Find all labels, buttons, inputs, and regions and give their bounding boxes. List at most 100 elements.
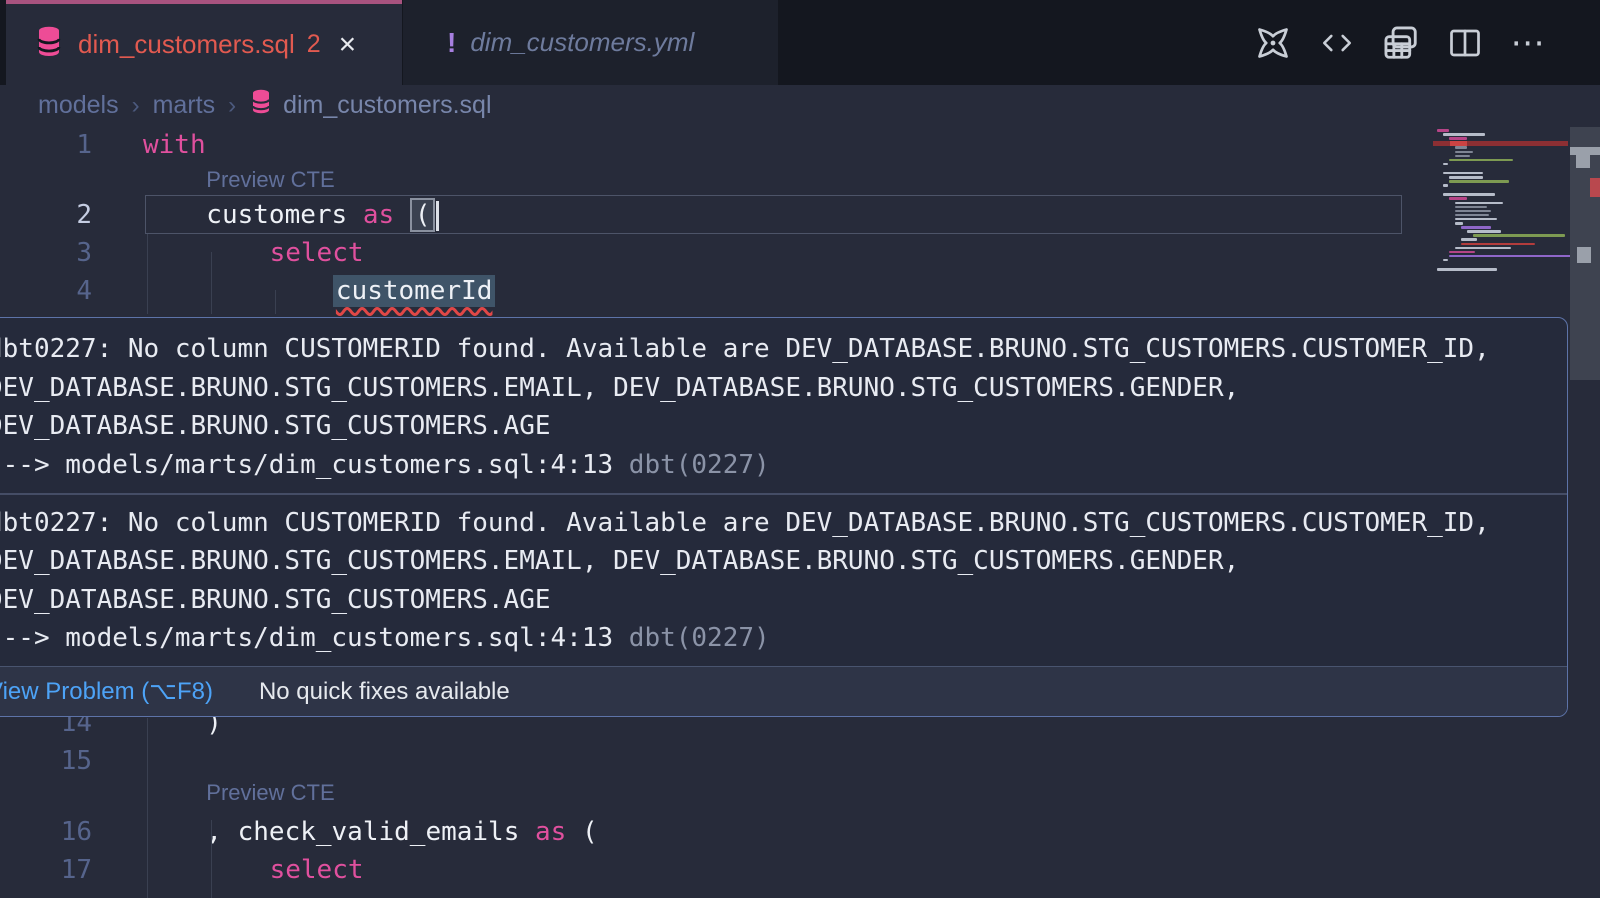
- line-text: , check_valid_emails as (: [206, 813, 597, 851]
- indent-guide: [147, 718, 149, 898]
- diagnostic-text: DEV_DATABASE.BRUNO.STG_CUSTOMERS.AGE: [0, 407, 1549, 446]
- breadcrumb-file[interactable]: dim_customers.sql: [283, 91, 491, 120]
- token: (: [566, 817, 597, 847]
- modified-count-badge: 2: [307, 30, 321, 59]
- minimap-line: [1455, 247, 1511, 250]
- code-preview-icon[interactable]: [1318, 24, 1356, 62]
- token: as: [535, 817, 566, 847]
- minimap-line: [1455, 202, 1503, 205]
- tab-dim-customers-sql[interactable]: dim_customers.sql 2 ×: [6, 0, 402, 85]
- minimap-line: [1449, 137, 1467, 140]
- codelens-preview-cte[interactable]: Preview CTE: [206, 777, 334, 809]
- minimap-error-line: [1433, 141, 1568, 146]
- diagnostic-text: DEV_DATABASE.BRUNO.STG_CUSTOMERS.EMAIL, …: [0, 369, 1549, 408]
- tab-label: dim_customers.yml: [470, 27, 694, 58]
- vscode-window: dim_customers.sql 2 × ! dim_customers.ym…: [0, 0, 1600, 898]
- line-number: 16: [0, 813, 92, 851]
- token: as: [363, 200, 394, 230]
- minimap-line: [1461, 243, 1535, 246]
- minimap-line: [1455, 146, 1467, 149]
- diagnostic-message: dbt0227: No column CUSTOMERID found. Ava…: [0, 330, 1549, 484]
- ruler-modified-mark: [1577, 247, 1591, 263]
- editor-actions: ⋯: [1254, 0, 1548, 85]
- database-icon: [249, 88, 273, 123]
- line-text: with: [143, 126, 206, 164]
- warning-icon: !: [447, 27, 456, 59]
- line-text: customerId: [333, 272, 496, 310]
- line-text: select: [270, 234, 364, 272]
- token: select: [270, 855, 364, 885]
- error-token: customerId: [333, 275, 496, 307]
- minimap-line: [1443, 184, 1448, 187]
- diagnostic-text: dbt0227: No column CUSTOMERID found. Ava…: [0, 504, 1549, 543]
- code-line-2[interactable]: 2 customers as (: [0, 196, 1430, 234]
- line-number: 1: [0, 126, 92, 164]
- copy-table-icon[interactable]: [1382, 24, 1420, 62]
- tab-bar: dim_customers.sql 2 × ! dim_customers.ym…: [0, 0, 1600, 85]
- indent-guide: [211, 252, 213, 314]
- minimap-line: [1455, 210, 1491, 213]
- breadcrumb-marts[interactable]: marts: [153, 91, 216, 120]
- codelens-preview-cte[interactable]: Preview CTE: [206, 164, 334, 196]
- diagnostic-location: --> models/marts/dim_customers.sql:4:13 …: [0, 446, 1549, 485]
- dbt-logo-icon[interactable]: [1254, 24, 1292, 62]
- minimap-line: [1443, 193, 1495, 196]
- code-line-16[interactable]: 16 , check_valid_emails as (: [0, 813, 1430, 851]
- matched-bracket: (: [410, 198, 436, 232]
- code-line-3[interactable]: 3 select: [0, 234, 1430, 272]
- minimap-line: [1449, 255, 1577, 258]
- diagnostics-list: dbt0227: No column CUSTOMERID found. Ava…: [0, 318, 1567, 658]
- code-line-15[interactable]: 15: [0, 742, 1430, 780]
- line-number: 3: [0, 234, 92, 272]
- minimap-line: [1455, 222, 1463, 225]
- minimap-line: [1455, 155, 1470, 158]
- minimap-line: [1455, 151, 1473, 154]
- no-quick-fixes-label: No quick fixes available: [259, 678, 510, 706]
- breadcrumb: models › marts › dim_customers.sql: [0, 85, 1600, 126]
- code-line-17[interactable]: 17 select: [0, 851, 1430, 889]
- minimap-line: [1437, 129, 1449, 132]
- minimap-line: [1449, 251, 1475, 254]
- minimap-line: [1437, 268, 1497, 271]
- minimap-line: [1461, 226, 1491, 229]
- minimap-line: [1449, 159, 1513, 162]
- line-number: 4: [0, 272, 92, 310]
- minimap-line: [1455, 214, 1489, 217]
- minimap-line: [1449, 180, 1509, 183]
- ruler-modified-mark: [1570, 147, 1600, 155]
- split-editor-icon[interactable]: [1446, 24, 1484, 62]
- more-actions-icon[interactable]: ⋯: [1510, 24, 1548, 62]
- minimap-line: [1449, 197, 1467, 200]
- tab-dim-customers-yml[interactable]: ! dim_customers.yml: [403, 0, 778, 85]
- diagnostic-message: dbt0227: No column CUSTOMERID found. Ava…: [0, 504, 1549, 658]
- line-text: select: [270, 851, 364, 889]
- code-editor[interactable]: 1withPreview CTE2customers as (3select4c…: [0, 126, 1600, 898]
- token: with: [143, 130, 206, 160]
- token: [394, 200, 410, 230]
- minimap-line: [1443, 259, 1448, 262]
- chevron-right-icon: ›: [228, 92, 236, 120]
- code-line-4[interactable]: 4 customerId: [0, 272, 1430, 310]
- close-icon[interactable]: ×: [339, 30, 357, 60]
- minimap-line: [1443, 163, 1448, 166]
- line-text: customers as (: [206, 196, 439, 234]
- tab-label: dim_customers.sql: [78, 29, 295, 60]
- minimap-line: [1473, 234, 1565, 237]
- minimap-line: [1461, 238, 1477, 241]
- token: customers: [206, 200, 363, 230]
- indent-guide: [275, 290, 277, 314]
- ruler-modified-mark: [1576, 155, 1590, 168]
- minimap-line: [1443, 133, 1485, 136]
- line-number: 2: [0, 196, 92, 234]
- diagnostic-text: DEV_DATABASE.BRUNO.STG_CUSTOMERS.AGE: [0, 581, 1549, 620]
- diagnostic-text: DEV_DATABASE.BRUNO.STG_CUSTOMERS.EMAIL, …: [0, 542, 1549, 581]
- code-line-1[interactable]: 1 with: [0, 126, 1430, 164]
- diagnostic-source: dbt(0227): [613, 450, 770, 480]
- token: select: [270, 238, 364, 268]
- diagnostic-divider: [0, 493, 1568, 495]
- breadcrumb-models[interactable]: models: [38, 91, 119, 120]
- view-problem-link[interactable]: View Problem (⌥F8): [0, 677, 213, 706]
- token: , check_valid_emails: [206, 817, 535, 847]
- line-number: 17: [0, 851, 92, 889]
- minimap-line: [1467, 230, 1501, 233]
